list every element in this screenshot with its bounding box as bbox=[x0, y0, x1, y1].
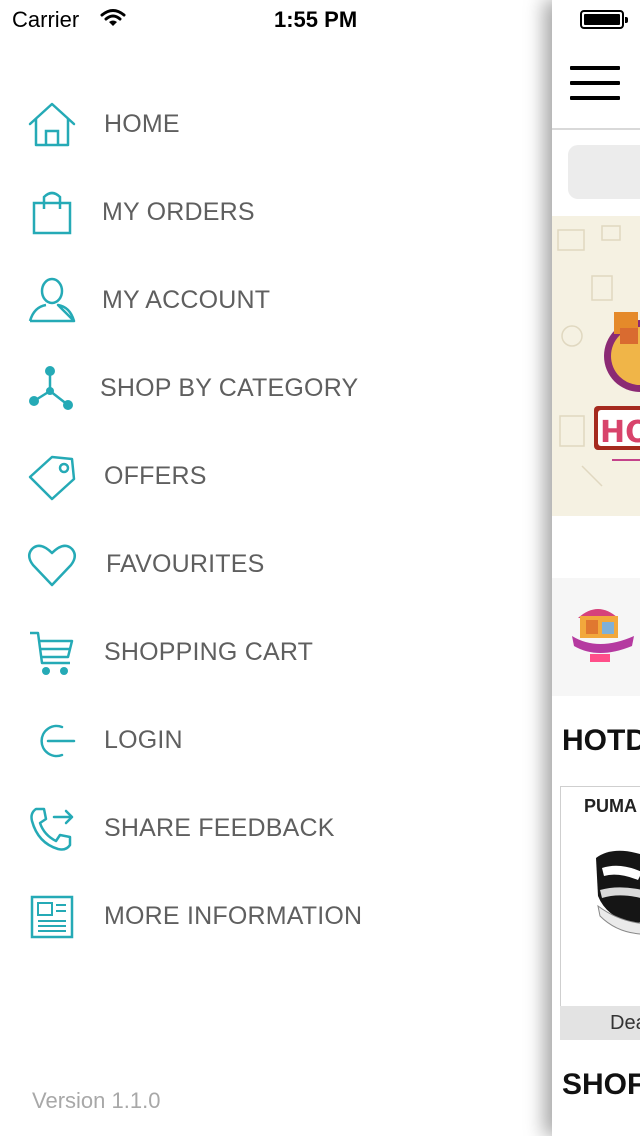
menu-item-label: MY ACCOUNT bbox=[102, 286, 271, 314]
newspaper-icon bbox=[30, 895, 74, 939]
homemakers-sale-thumbnail[interactable] bbox=[552, 578, 640, 696]
sale-banner-image[interactable]: HO bbox=[552, 216, 640, 516]
menu-item-label: LOGIN bbox=[104, 726, 183, 754]
deal-label: Dea bbox=[610, 1012, 640, 1034]
menu-item-label: MY ORDERS bbox=[102, 198, 255, 226]
cart-icon bbox=[30, 631, 74, 675]
phone-share-icon bbox=[30, 807, 74, 851]
side-menu: HOME MY ORDERS MY ACCOUNT SHOP BY CATEGO… bbox=[0, 0, 552, 1136]
menu-item-favourites[interactable]: FAVOURITES bbox=[0, 521, 552, 609]
menu-item-label: MORE INFORMATION bbox=[104, 902, 363, 930]
carrier-label: Carrier bbox=[12, 7, 80, 32]
product-shoe-image bbox=[596, 850, 640, 935]
category-network-icon bbox=[29, 366, 73, 410]
menu-item-my-account[interactable]: MY ACCOUNT bbox=[0, 257, 552, 345]
clock-time: 1:55 PM bbox=[274, 7, 358, 32]
menu-item-label: OFFERS bbox=[104, 462, 207, 490]
heart-icon bbox=[28, 544, 76, 587]
menu-item-label: SHOPPING CART bbox=[104, 638, 314, 666]
menu-item-label: FAVOURITES bbox=[106, 550, 265, 578]
section-title-hotd: HOTD bbox=[562, 724, 640, 757]
menu-item-shopping-cart[interactable]: SHOPPING CART bbox=[0, 609, 552, 697]
wifi-icon bbox=[100, 8, 126, 33]
menu-item-home[interactable]: HOME bbox=[0, 81, 552, 169]
menu-item-my-orders[interactable]: MY ORDERS bbox=[0, 169, 552, 257]
menu-item-shop-by-category[interactable]: SHOP BY CATEGORY bbox=[0, 345, 552, 433]
search-input[interactable] bbox=[568, 145, 640, 199]
login-icon bbox=[40, 724, 76, 758]
user-icon bbox=[28, 277, 76, 323]
menu-item-offers[interactable]: OFFERS bbox=[0, 433, 552, 521]
product-brand: PUMA bbox=[584, 796, 637, 816]
menu-item-more-information[interactable]: MORE INFORMATION bbox=[0, 873, 552, 961]
shopping-bag-icon bbox=[32, 191, 72, 235]
app-version: Version 1.1.0 bbox=[32, 1088, 161, 1113]
svg-text:HO: HO bbox=[600, 415, 640, 450]
menu-item-label: SHOP BY CATEGORY bbox=[100, 374, 359, 402]
main-content-panel[interactable]: HO HOTD PUMA Dea SHOF bbox=[552, 0, 640, 1136]
status-bar: Carrier 1:55 PM bbox=[0, 0, 640, 40]
nav-divider bbox=[552, 128, 640, 130]
tag-icon bbox=[28, 455, 76, 501]
battery-icon bbox=[580, 10, 628, 29]
menu-item-label: SHARE FEEDBACK bbox=[104, 814, 335, 842]
section-title-shop: SHOF bbox=[562, 1068, 640, 1101]
menu-item-label: HOME bbox=[104, 110, 180, 138]
home-icon bbox=[28, 102, 76, 147]
menu-item-login[interactable]: LOGIN bbox=[0, 697, 552, 785]
menu-item-share-feedback[interactable]: SHARE FEEDBACK bbox=[0, 785, 552, 873]
hamburger-menu-button[interactable] bbox=[570, 66, 622, 104]
